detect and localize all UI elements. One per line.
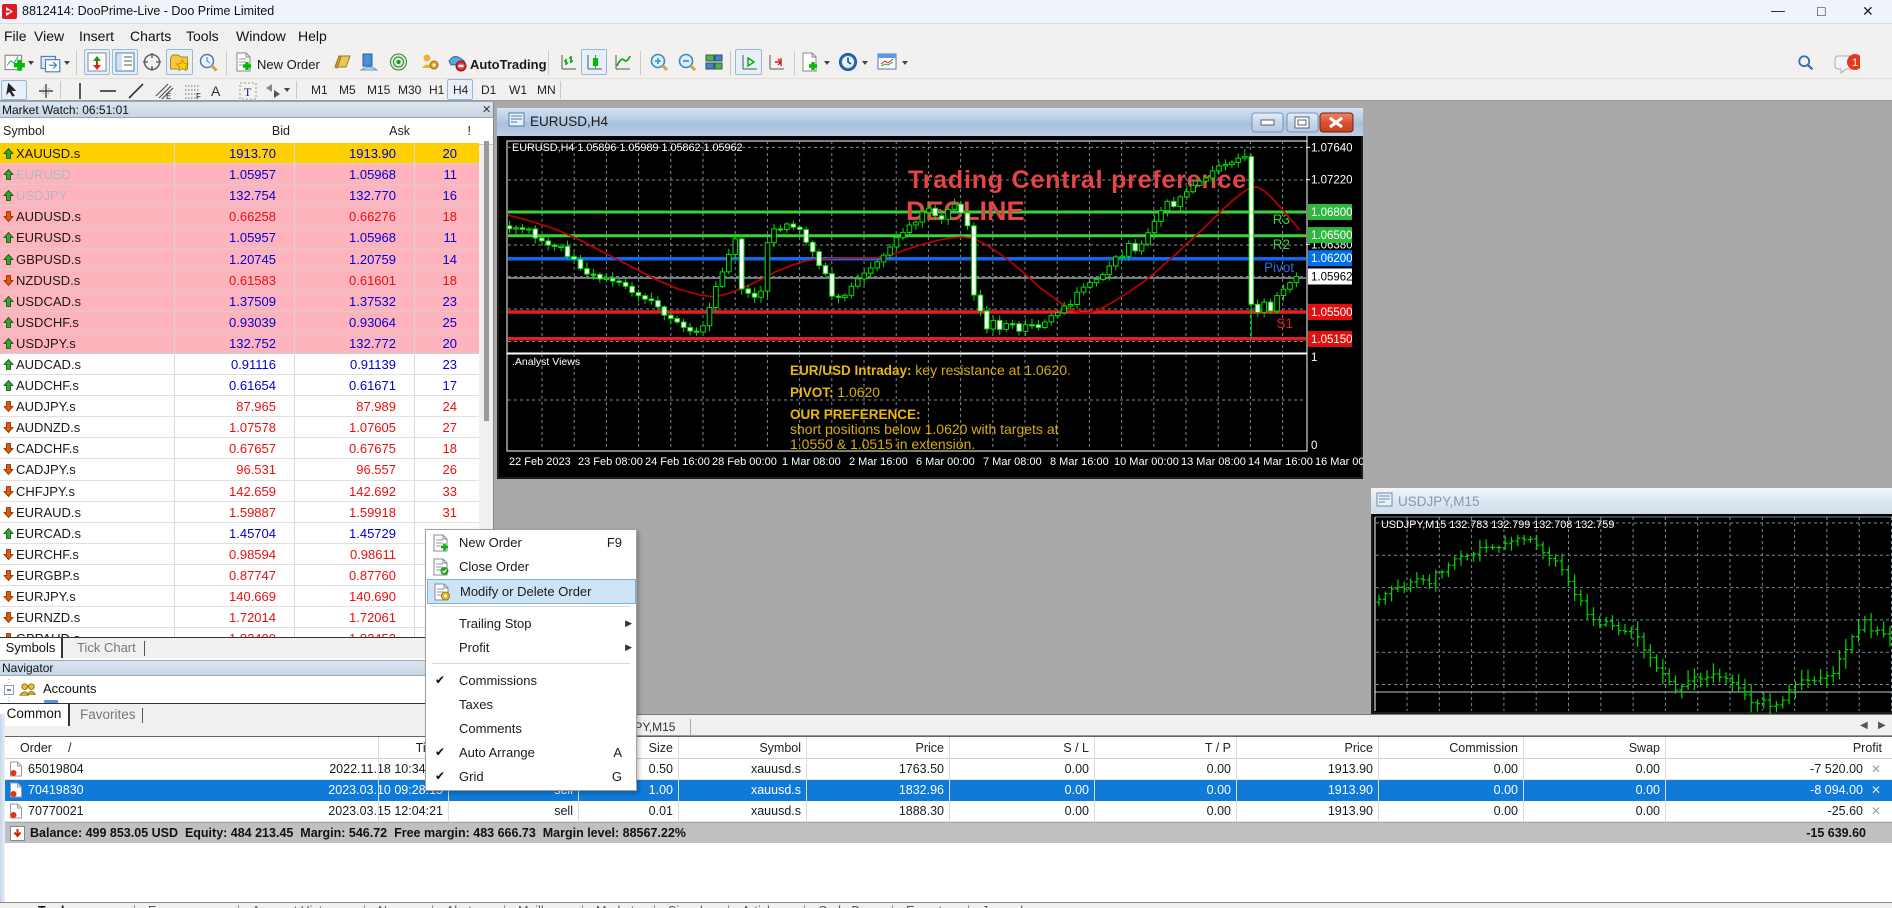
svg-text:1.0550 & 1.0515 in extension.: 1.0550 & 1.0515 in extension. bbox=[790, 436, 975, 452]
svg-text:2 Mar 16:00: 2 Mar 16:00 bbox=[849, 456, 908, 468]
svg-text:14 Mar 16:00: 14 Mar 16:00 bbox=[1248, 456, 1313, 468]
svg-text:24 Feb 16:00: 24 Feb 16:00 bbox=[645, 456, 710, 468]
svg-text:6 Mar 00:00: 6 Mar 00:00 bbox=[916, 456, 975, 468]
svg-text:1 Mar 08:00: 1 Mar 08:00 bbox=[782, 456, 841, 468]
svg-text:USDJPY,M15: USDJPY,M15 bbox=[1398, 494, 1480, 509]
svg-text:Pivot: Pivot bbox=[1264, 260, 1294, 275]
svg-text:28 Feb 00:00: 28 Feb 00:00 bbox=[712, 456, 777, 468]
svg-text:1: 1 bbox=[1852, 57, 1858, 69]
svg-text:PIVOT: 1.0620: PIVOT: 1.0620 bbox=[790, 384, 880, 400]
svg-text:EURUSD,H4 1.05896 1.05989 1.0: EURUSD,H4 1.05896 1.05989 1.05862 1.0596… bbox=[512, 142, 743, 154]
svg-text:1.06800: 1.06800 bbox=[1311, 207, 1353, 219]
svg-text:1.07640: 1.07640 bbox=[1311, 142, 1353, 154]
svg-text:16 Mar 00:00: 16 Mar 00:00 bbox=[1315, 456, 1363, 468]
svg-text:23 Feb 08:00: 23 Feb 08:00 bbox=[578, 456, 643, 468]
svg-text:.Analyst Views: .Analyst Views bbox=[512, 356, 580, 368]
svg-text:1.06500: 1.06500 bbox=[1311, 230, 1353, 242]
svg-text:OUR PREFERENCE:: OUR PREFERENCE: bbox=[790, 407, 921, 422]
svg-text:Trading Central preference: Trading Central preference bbox=[908, 166, 1247, 194]
svg-text:short positions below 1.0620 w: short positions below 1.0620 with target… bbox=[790, 421, 1059, 437]
svg-text:22 Feb 2023: 22 Feb 2023 bbox=[509, 456, 571, 468]
svg-text:1.05962: 1.05962 bbox=[1311, 272, 1353, 284]
svg-text:T: T bbox=[244, 85, 252, 99]
svg-text:1.05150: 1.05150 bbox=[1311, 334, 1353, 346]
svg-text:1.07220: 1.07220 bbox=[1311, 175, 1353, 187]
svg-text:1.06200: 1.06200 bbox=[1311, 253, 1353, 265]
svg-text:EURUSD,H4: EURUSD,H4 bbox=[530, 114, 609, 129]
svg-text:10 Mar 00:00: 10 Mar 00:00 bbox=[1114, 456, 1179, 468]
svg-text:S1: S1 bbox=[1276, 316, 1293, 331]
svg-text:EUR/USD Intraday: key resista: EUR/USD Intraday: key resistance at 1.06… bbox=[790, 362, 1071, 378]
svg-text:13 Mar 08:00: 13 Mar 08:00 bbox=[1181, 456, 1246, 468]
svg-text:R2: R2 bbox=[1273, 237, 1290, 252]
svg-text:0: 0 bbox=[1311, 440, 1317, 452]
svg-text:1: 1 bbox=[1311, 352, 1317, 364]
svg-text:1.05500: 1.05500 bbox=[1311, 307, 1353, 319]
svg-text:USDJPY,M15 132.783 132.799 13: USDJPY,M15 132.783 132.799 132.708 132.7… bbox=[1381, 519, 1614, 531]
svg-text:7 Mar 08:00: 7 Mar 08:00 bbox=[983, 456, 1042, 468]
svg-text:8 Mar 16:00: 8 Mar 16:00 bbox=[1050, 456, 1109, 468]
svg-text:F: F bbox=[196, 92, 201, 100]
svg-text:E: E bbox=[166, 92, 171, 100]
